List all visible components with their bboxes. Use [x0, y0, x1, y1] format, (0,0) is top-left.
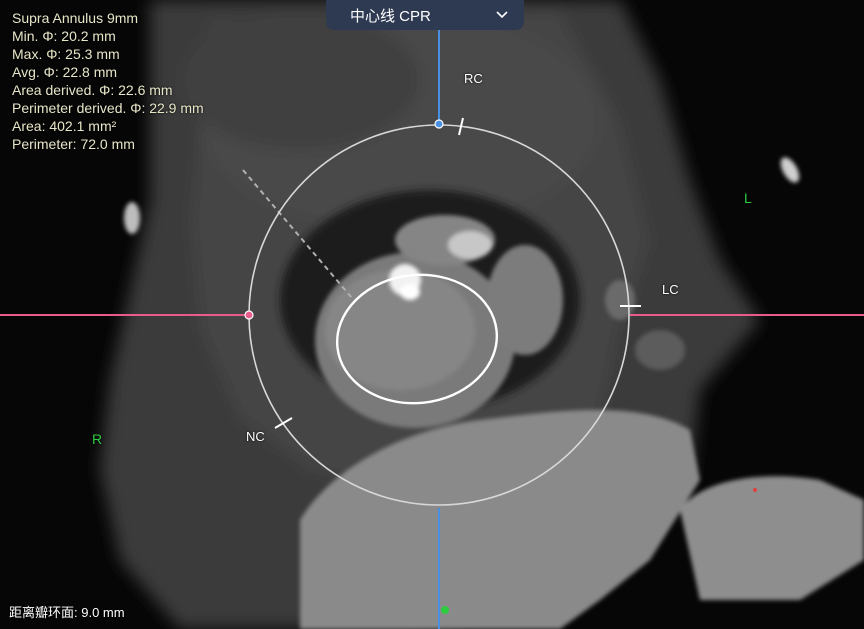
measurement-line: Max. Φ: 25.3 mm [12, 46, 120, 62]
chevron-down-icon [496, 11, 508, 19]
measurement-line: Perimeter: 72.0 mm [12, 136, 135, 152]
marker-red [753, 488, 757, 492]
cusp-label-nc: NC [246, 429, 265, 444]
crosshair-handle-left[interactable] [244, 310, 254, 320]
cusp-label-lc: LC [662, 282, 679, 297]
measurement-line: Area derived. Φ: 22.6 mm [12, 82, 173, 98]
measurement-panel: Supra Annulus 9mm Min. Φ: 20.2 mm Max. Φ… [12, 9, 204, 153]
measurement-title: Supra Annulus 9mm [12, 10, 139, 26]
view-mode-dropdown[interactable]: 中心线 CPR [326, 0, 524, 30]
measurement-line: Avg. Φ: 22.8 mm [12, 64, 118, 80]
measurement-line: Area: 402.1 mm² [12, 118, 117, 134]
orientation-right: R [92, 431, 103, 447]
marker-green [441, 606, 449, 614]
measurement-line: Min. Φ: 20.2 mm [12, 28, 116, 44]
distance-to-annulus: 距离瓣环面: 9.0 mm [9, 605, 125, 620]
view-mode-label: 中心线 CPR [350, 7, 431, 25]
crosshair-handle-top[interactable] [434, 119, 444, 129]
measurement-line: Perimeter derived. Φ: 22.9 mm [12, 100, 204, 116]
orientation-left: L [744, 190, 752, 206]
cusp-label-rc: RC [464, 71, 483, 86]
